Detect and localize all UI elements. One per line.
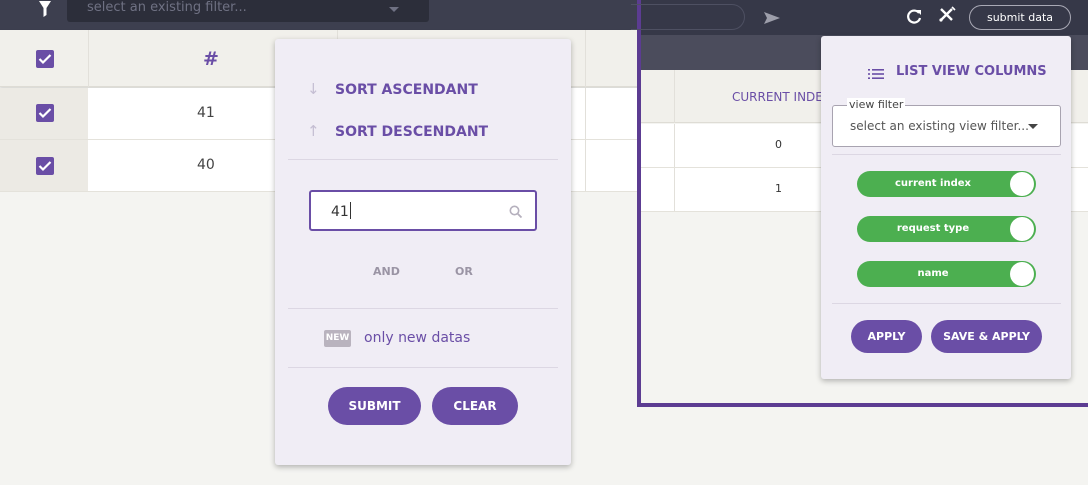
checkbox-cell (0, 140, 88, 191)
view-filter-select[interactable]: view filter select an existing view filt… (832, 98, 1061, 147)
chevron-down-icon (389, 7, 399, 12)
sort-ascendant-option[interactable]: ↓ SORT ASCENDANT (307, 80, 478, 98)
list-view-columns-popup: LIST VIEW COLUMNS view filter select an … (821, 36, 1071, 379)
popup-title: LIST VIEW COLUMNS (896, 64, 1047, 79)
submit-button[interactable]: SUBMIT (328, 387, 421, 425)
toggle-current-index[interactable]: current index (857, 171, 1036, 197)
sort-ascendant-label: SORT ASCENDANT (335, 82, 478, 98)
toggle-label: name (917, 268, 949, 279)
column-divider (674, 70, 675, 123)
sort-descendant-option[interactable]: ↑ SORT DESCENDANT (307, 122, 488, 140)
send-icon[interactable] (763, 10, 781, 29)
sort-descendant-label: SORT DESCENDANT (335, 124, 489, 140)
toggle-knob (1010, 217, 1034, 241)
column-divider (674, 168, 675, 211)
column-divider (585, 30, 586, 87)
row-number: 40 (197, 157, 215, 173)
chevron-down-icon (1028, 124, 1038, 129)
or-toggle[interactable]: OR (455, 265, 473, 278)
column-divider (88, 30, 89, 87)
divider (832, 303, 1061, 304)
submit-data-button[interactable]: submit data (969, 5, 1071, 30)
list-icon (868, 65, 884, 84)
checkbox-cell (0, 88, 88, 139)
column-divider (674, 124, 675, 167)
toggle-label: request type (896, 223, 970, 234)
divider (288, 308, 558, 309)
view-filter-placeholder: select an existing view filter... (850, 119, 1029, 133)
search-icon (509, 204, 523, 223)
refresh-icon[interactable] (905, 8, 923, 30)
filter-search-input[interactable]: 41 (309, 190, 537, 231)
row-checkbox[interactable] (36, 104, 54, 122)
row-number: 41 (197, 105, 215, 121)
right-toolbar: submit data (631, 0, 1088, 35)
toggle-name[interactable]: name (857, 261, 1036, 287)
current-index-cell: 0 (775, 138, 782, 151)
column-filter-popup: ↓ SORT ASCENDANT ↑ SORT DESCENDANT 41 AND … (275, 39, 571, 465)
new-badge: NEW (324, 330, 351, 347)
and-toggle[interactable]: AND (373, 265, 400, 278)
filter-search-value: 41 (331, 202, 351, 220)
save-and-apply-button[interactable]: SAVE & APPLY (931, 320, 1042, 353)
column-header-current-index[interactable]: CURRENT INDE (732, 90, 823, 104)
view-filter-label: view filter (847, 98, 906, 112)
toggle-knob (1010, 172, 1034, 196)
arrow-up-icon: ↑ (307, 122, 320, 140)
row-checkbox[interactable] (36, 157, 54, 175)
column-divider (585, 140, 586, 191)
apply-button[interactable]: APPLY (851, 320, 922, 353)
arrow-down-icon: ↓ (307, 80, 320, 98)
clear-button[interactable]: CLEAR (432, 387, 518, 425)
left-toolbar: select an existing filter... (0, 0, 640, 30)
divider (288, 159, 558, 160)
toggle-label: current index (894, 178, 971, 189)
select-all-checkbox[interactable] (36, 50, 54, 68)
divider (832, 154, 1061, 155)
tools-icon[interactable] (937, 5, 957, 29)
current-index-cell: 1 (775, 182, 782, 195)
column-header-number[interactable]: # (203, 48, 219, 70)
toggle-knob (1010, 262, 1034, 286)
filter-select[interactable]: select an existing filter... (67, 0, 429, 22)
column-divider (585, 88, 586, 139)
top-search-input[interactable] (631, 4, 745, 30)
filter-icon[interactable] (37, 0, 53, 18)
only-new-datas-option[interactable]: only new datas (364, 330, 470, 346)
filter-select-placeholder: select an existing filter... (87, 0, 247, 15)
toggle-request-type[interactable]: request type (857, 216, 1036, 242)
divider (288, 367, 558, 368)
